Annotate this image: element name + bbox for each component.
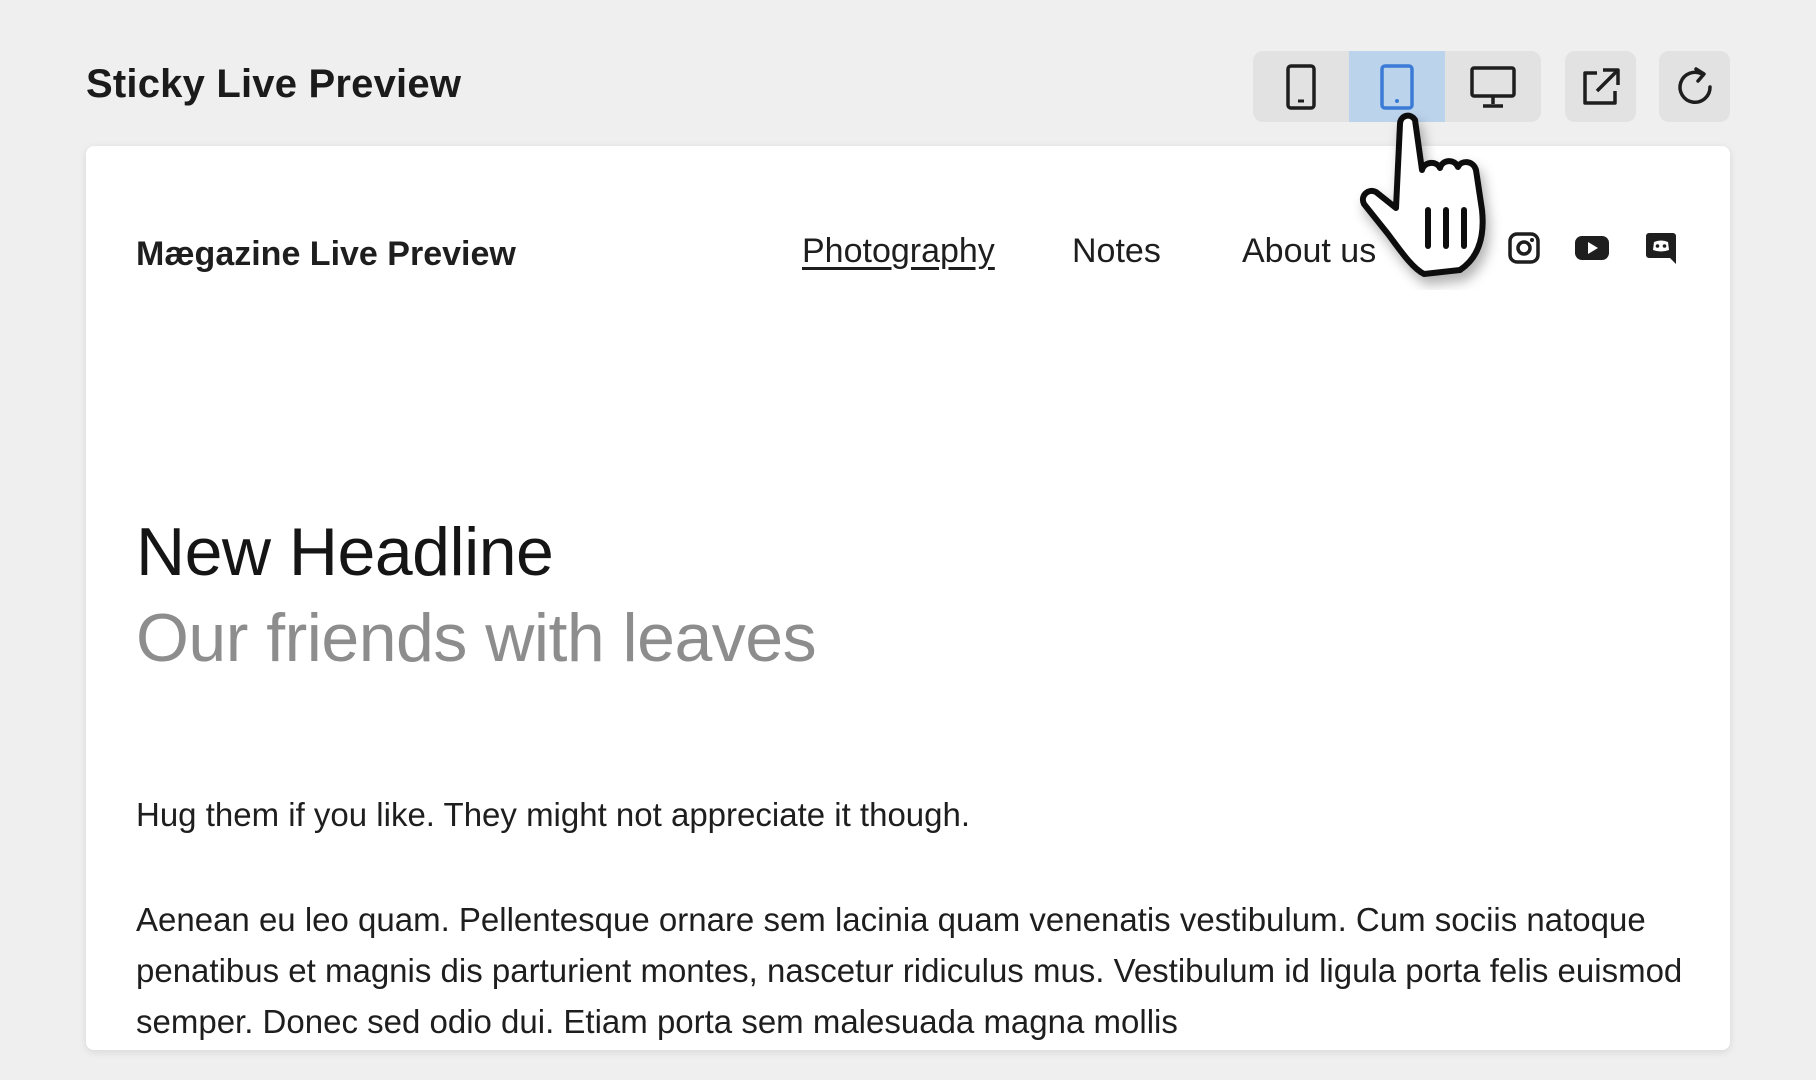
body-paragraph: Aenean eu leo quam. Pellentesque ornare … <box>136 901 1683 1040</box>
instagram-link[interactable] <box>1506 230 1542 266</box>
site-title[interactable]: Mægazine Live Preview <box>136 235 516 274</box>
lead-paragraph: Hug them if you like. They might not app… <box>136 796 971 833</box>
desktop-icon <box>1470 65 1516 108</box>
phone-view-button[interactable] <box>1253 51 1349 122</box>
nav-link-notes[interactable]: Notes <box>1072 232 1161 271</box>
external-link-icon <box>1582 67 1620 105</box>
nav-link-about-us[interactable]: About us <box>1242 232 1376 271</box>
open-external-button[interactable] <box>1565 51 1636 122</box>
youtube-link[interactable] <box>1574 230 1610 266</box>
instagram-icon <box>1508 232 1540 264</box>
desktop-view-button[interactable] <box>1445 51 1541 122</box>
phone-icon <box>1286 63 1316 110</box>
refresh-icon <box>1677 66 1712 104</box>
app-title: Sticky Live Preview <box>86 62 462 106</box>
device-switcher <box>1253 51 1541 122</box>
preview-frame: Mægazine Live Preview Photography Notes … <box>86 146 1730 1050</box>
tablet-view-button[interactable] <box>1349 51 1445 122</box>
tablet-icon <box>1380 63 1414 110</box>
subheadline: Our friends with leaves <box>136 600 817 676</box>
discord-icon <box>1646 233 1676 264</box>
refresh-button[interactable] <box>1659 51 1730 122</box>
youtube-icon <box>1575 236 1609 260</box>
nav-link-photography[interactable]: Photography <box>802 232 995 271</box>
discord-link[interactable] <box>1643 230 1679 266</box>
headline: New Headline <box>136 514 554 590</box>
